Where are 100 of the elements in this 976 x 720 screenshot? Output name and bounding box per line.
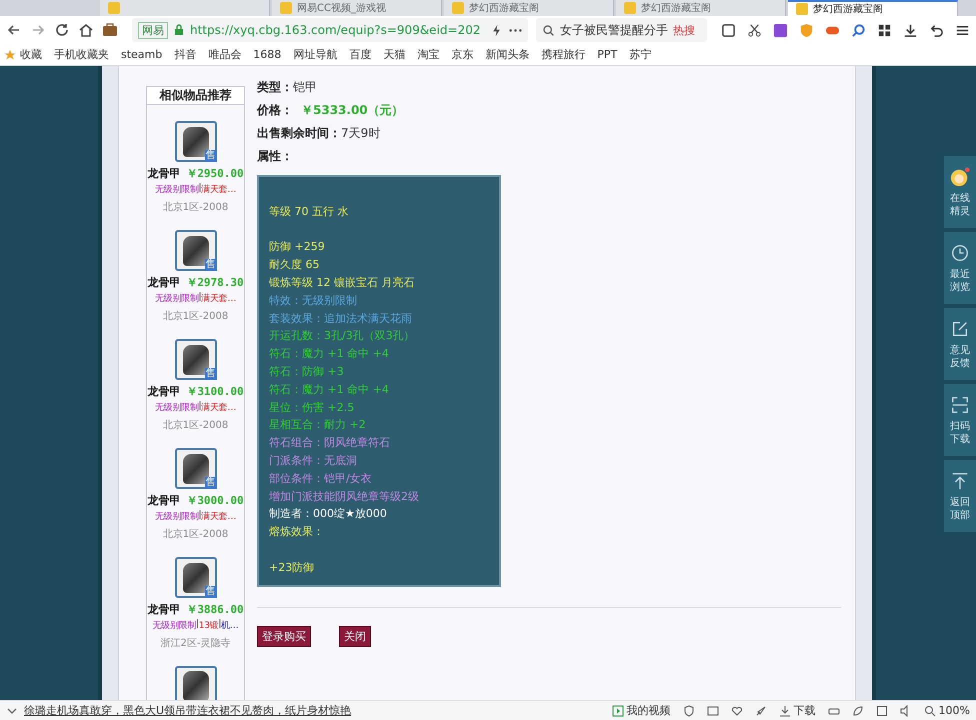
lock-icon	[174, 24, 184, 36]
bookmark-link[interactable]: 百度	[349, 47, 372, 62]
item-price: ￥3100.00	[186, 384, 244, 399]
server-name: 北京1区-2008	[162, 200, 228, 214]
page-icon	[796, 3, 808, 15]
home-icon[interactable]	[78, 22, 94, 38]
attribute-line: 锻炼等级 12 镶嵌宝石 月亮石	[269, 274, 416, 291]
undo-icon[interactable]	[929, 22, 944, 38]
my-video-button[interactable]: 我的视频	[612, 703, 671, 718]
item-tag: 无级别限制	[152, 619, 196, 632]
briefcase-icon[interactable]	[102, 22, 118, 38]
item-name[interactable]: 龙骨甲	[147, 493, 180, 508]
hot-search-label: 热搜	[672, 22, 695, 38]
action-button[interactable]: 登录购买	[257, 626, 311, 647]
attribute-line: 门派条件：无底洞	[269, 452, 358, 469]
item-tag: 无级别限制	[154, 183, 198, 196]
news-link[interactable]: 徐璐走机场真敢穿，黑色大U领吊带连衣裙不见赘肉，纸片身材惊艳	[24, 703, 352, 718]
armor-thumbnail[interactable]: 售	[174, 230, 216, 271]
attribute-line: 符石：防御 +3	[269, 364, 345, 380]
side-button[interactable]: 最近 浏览	[944, 232, 976, 304]
item-name[interactable]: 龙骨甲	[147, 384, 180, 399]
field-label: 价格：	[257, 102, 293, 119]
armor-thumbnail[interactable]: 售	[174, 557, 216, 598]
browser-tab[interactable]: 梦幻西游藏宝阁	[788, 0, 958, 16]
attribute-line: 部位条件：铠甲/女衣	[269, 470, 373, 487]
shield-icon[interactable]	[682, 704, 695, 716]
page-icon	[624, 2, 636, 14]
search-field[interactable]: 女子被民警提醒分手 热搜	[536, 18, 707, 42]
side-button[interactable]: 意见 反馈	[944, 308, 976, 380]
attribute-line: 符石：魔力 +1 命中 +4	[269, 346, 390, 362]
attribute-line: 特效：无级别限制	[269, 292, 358, 309]
download-icon	[778, 704, 791, 716]
sale-badge: 售	[204, 150, 216, 162]
clock-icon	[950, 242, 970, 262]
browser-tab[interactable]: 梦幻西游藏宝阁	[444, 0, 614, 16]
bookmark-link[interactable]: 1688	[253, 48, 282, 61]
side-button[interactable]: 在线 精灵	[944, 156, 976, 228]
play-icon	[612, 704, 624, 716]
bookmark-link[interactable]: 抖音	[174, 47, 196, 62]
bookmark-link[interactable]: PPT	[597, 48, 618, 61]
download-button[interactable]: 下载	[778, 703, 816, 718]
bookmark-link[interactable]: 唯品会	[208, 47, 242, 62]
tag-separator: |	[198, 292, 202, 302]
armor-thumbnail[interactable]: 售	[174, 121, 216, 162]
bookmark-link[interactable]: 网址导航	[293, 47, 338, 62]
bookmark-link[interactable]: 携程旅行	[541, 47, 586, 62]
field-label: 属性：	[257, 148, 293, 165]
bookmark-link[interactable]: steamb	[121, 48, 162, 61]
zoom-button[interactable]: 100%	[924, 704, 970, 717]
item-tag: 满天套…	[201, 183, 236, 196]
server-name: 北京1区-2008	[162, 528, 228, 541]
side-button[interactable]: 扫码 下载	[944, 384, 976, 456]
side-button[interactable]: 返回 顶部	[944, 460, 976, 532]
attribute-line: +23防御	[269, 560, 316, 576]
panel-title: 相似物品推荐	[147, 87, 244, 105]
server-name: 北京1区-2008	[162, 310, 228, 323]
tag-separator: |	[218, 619, 222, 631]
armor-thumbnail[interactable]: 售	[174, 448, 216, 489]
item-tag: 无级别限制	[154, 510, 198, 523]
avatar-icon	[950, 166, 970, 186]
download-icon[interactable]	[903, 22, 918, 38]
sale-badge: 售	[204, 586, 216, 598]
grid-icon[interactable]	[877, 22, 892, 38]
page-icon	[280, 2, 292, 14]
scissors-icon[interactable]	[747, 22, 762, 38]
search-icon	[924, 704, 936, 716]
attribute-line: 熔炼效果：	[269, 524, 325, 540]
browser-tab[interactable]: 梦幻西游藏宝阁	[616, 0, 786, 16]
screen-icon[interactable]	[721, 22, 736, 38]
armor-thumbnail[interactable]: 售	[174, 339, 216, 380]
sale-badge: 售	[204, 368, 216, 380]
bookmark-link[interactable]: 淘宝	[417, 47, 440, 62]
bookmark-link[interactable]: 京东	[451, 47, 474, 62]
armor-thumbnail[interactable]	[174, 666, 216, 700]
reload-icon[interactable]	[54, 22, 70, 38]
action-button[interactable]: 关闭	[339, 626, 371, 647]
browser-tab[interactable]: 网易CC视频_游戏视	[272, 0, 442, 16]
item-tag: 机…	[221, 619, 238, 632]
attribute-line: 防御 +259	[269, 239, 326, 256]
rocket-icon[interactable]	[754, 704, 767, 716]
bookmark-link[interactable]: 天猫	[383, 47, 406, 62]
page-icon	[452, 2, 464, 14]
attribute-line: 开运孔数：3孔/3孔（双3孔）	[269, 328, 416, 344]
window-icon[interactable]	[876, 704, 888, 716]
leaf-icon[interactable]	[852, 704, 864, 716]
item-name[interactable]: 龙骨甲	[147, 275, 180, 290]
tag-separator: |	[196, 619, 199, 631]
item-tag: 满天套…	[201, 401, 236, 414]
server-name: 浙江2区-灵隐寺	[160, 636, 230, 650]
search-icon[interactable]	[851, 22, 866, 38]
bookmark-link[interactable]: 收藏	[20, 47, 42, 62]
bookmark-link[interactable]: 手机收藏夹	[54, 47, 109, 62]
address-bar[interactable]: 网易 https://xyq.cbg.163.com/equip?s=909&eid=202	[132, 18, 528, 42]
heart-icon[interactable]	[730, 704, 743, 716]
item-name[interactable]: 龙骨甲	[147, 166, 180, 181]
bookmark-link[interactable]: 苏宁	[629, 47, 652, 62]
bookmark-link[interactable]: 新闻头条	[485, 47, 530, 62]
back-to-top-icon	[950, 470, 970, 490]
item-name[interactable]: 龙骨甲	[147, 602, 180, 617]
attribute-line: 套装效果：追加法术满天花雨	[269, 310, 413, 327]
